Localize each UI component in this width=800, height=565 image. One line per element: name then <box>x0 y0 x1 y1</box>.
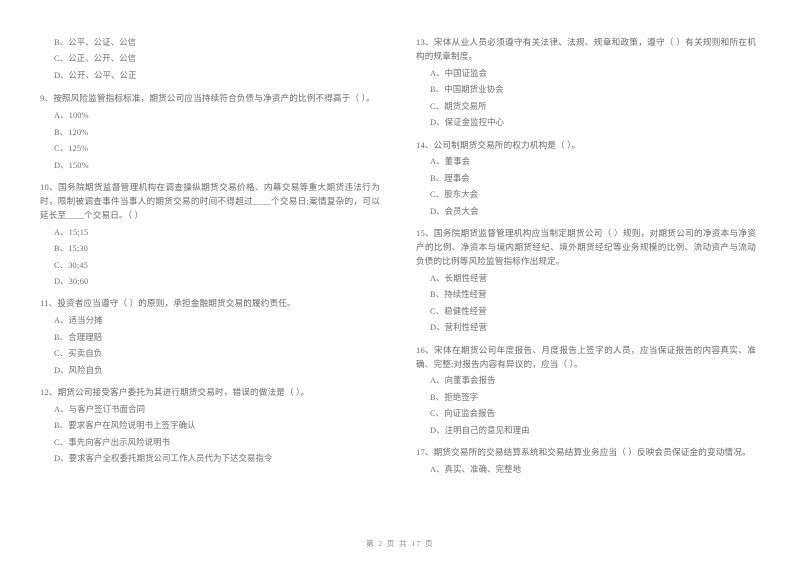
option-list: A、长期性经营 B、持续性经营 C、稳健性经营 D、营利性经营 <box>416 272 756 335</box>
list-item: A、长期性经营 <box>430 273 488 283</box>
list-item: C、稳健性经营 <box>430 306 487 316</box>
list-item: D、150% <box>54 160 89 170</box>
list-item: D、要求客户全权委托期货公司工作人员代为下达交易指令 <box>54 454 273 464</box>
list-item: B、中国期货业协会 <box>430 85 504 95</box>
list-item: A、董事会 <box>430 157 471 167</box>
option-list: A、100% B、120% C、125% D、150% <box>40 109 380 172</box>
list-item: A、真实、准确、完整地 <box>430 465 522 475</box>
list-item: A、向董事会报告 <box>430 376 496 386</box>
question-12: 12、期货公司接受客户委托为其进行期货交易时，错误的做法是（ ）。 A、与客户签… <box>40 386 380 466</box>
list-item: C、公正、公开、公信 <box>54 54 137 64</box>
question-stem: 13、宋体从业人员必须遵守有关法律、法规、规章和政策，遵守（ ）有关规则和所在机… <box>416 37 756 61</box>
list-item: B、15;30 <box>54 244 88 254</box>
question-stem: 15、国务院期货监督管理机构应当制定期货公司（ ）规则，对期货公司的净资本与净资… <box>416 228 756 266</box>
option-list: A、中国证监会 B、中国期货业协会 C、期货交易所 D、保证金监控中心 <box>416 67 756 130</box>
list-item: C、买卖自负 <box>54 349 103 359</box>
option-list: A、15;15 B、15;30 C、30;45 D、30;60 <box>40 226 380 289</box>
list-item: B、拒绝签字 <box>430 392 479 402</box>
left-column: B、公平、公证、公信 C、公正、公开、公信 D、公开、公平、公正 9、按照风险监… <box>40 36 380 516</box>
list-item: C、期货交易所 <box>430 101 487 111</box>
question-10: 10、国务院期货监督管理机构在调查操纵期货交易价格、内幕交易等重大期货违法行为时… <box>40 181 380 288</box>
list-item: D、保证金监控中心 <box>430 118 505 128</box>
question-14: 14、公司制期货交易所的权力机构是（ ）。 A、董事会 B、理事会 C、股东大会… <box>416 139 756 219</box>
list-item: A、中国证监会 <box>430 68 488 78</box>
question-stem: 16、宋体在期货公司年度报告、月度报告上签字的人员，应当保证报告的内容真实、准确… <box>416 344 756 369</box>
two-column-layout: B、公平、公证、公信 C、公正、公开、公信 D、公开、公平、公正 9、按照风险监… <box>40 36 760 516</box>
list-item: C、事先向客户出示风险说明书 <box>54 437 171 447</box>
list-item: D、风险自负 <box>54 365 103 375</box>
list-item: A、100% <box>54 111 89 121</box>
question-15: 15、国务院期货监督管理机构应当制定期货公司（ ）规则，对期货公司的净资本与净资… <box>416 227 756 334</box>
list-item: B、120% <box>54 127 89 137</box>
list-item: C、125% <box>54 144 89 154</box>
option-list: A、真实、准确、完整地 <box>416 463 756 476</box>
option-list: A、向董事会报告 B、拒绝签字 C、向证监会报告 D、注明自己的意见和理由 <box>416 374 756 437</box>
list-item: D、注明自己的意见和理由 <box>430 425 530 435</box>
list-item: A、适当分摊 <box>54 316 103 326</box>
question-11: 11、投资者应当遵守（ ）的原则，承担金融期货交易的履约责任。 A、适当分摊 B… <box>40 297 380 377</box>
question-13: 13、宋体从业人员必须遵守有关法律、法规、规章和政策，遵守（ ）有关规则和所在机… <box>416 36 756 130</box>
page-footer: 第 2 页 共 17 页 <box>365 539 435 548</box>
list-item: D、公开、公平、公正 <box>54 70 137 80</box>
list-item: C、向证监会报告 <box>430 409 496 419</box>
list-item: A、与客户签订书面合同 <box>54 405 146 414</box>
question-stem: 12、期货公司接受客户委托为其进行期货交易时，错误的做法是（ ）。 <box>40 387 310 398</box>
list-item: D、30;60 <box>54 277 89 287</box>
question-stem: 10、国务院期货监督管理机构在调查操纵期货交易价格、内幕交易等重大期货违法行为时… <box>40 182 380 220</box>
list-item: B、公平、公证、公信 <box>54 38 137 47</box>
question-stem: 11、投资者应当遵守（ ）的原则，承担金融期货交易的履约责任。 <box>40 298 296 309</box>
question-stem: 14、公司制期货交易所的权力机构是（ ）。 <box>416 139 581 150</box>
list-item: D、营利性经营 <box>430 323 488 333</box>
question-stem: 17、期货交易所的交易结算系统和交易结算业务应当（ ）反映会员保证金的变动情况。 <box>416 447 751 458</box>
list-item: B、合理理赔 <box>54 332 103 342</box>
list-item: C、股东大会 <box>430 190 479 200</box>
list-item: B、要求客户在风险说明书上签字确认 <box>54 421 196 431</box>
exam-page: B、公平、公证、公信 C、公正、公开、公信 D、公开、公平、公正 9、按照风险监… <box>0 0 800 565</box>
question-9: 9、按照风险监管指标标准，期货公司应当持续符合负债与净资产的比例不得高于（ ）。… <box>40 92 380 172</box>
list-item: A、15;15 <box>54 227 89 237</box>
list-item: B、持续性经营 <box>430 290 487 300</box>
option-list: A、适当分摊 B、合理理赔 C、买卖自负 D、风险自负 <box>40 314 380 377</box>
option-list: A、与客户签订书面合同 B、要求客户在风险说明书上签字确认 C、事先向客户出示风… <box>40 403 380 466</box>
list-item: B、理事会 <box>430 173 470 183</box>
option-list: A、董事会 B、理事会 C、股东大会 D、会员大会 <box>416 155 756 218</box>
list-item: D、会员大会 <box>430 206 479 216</box>
question-stem: 9、按照风险监管指标标准，期货公司应当持续符合负债与净资产的比例不得高于（ ）。 <box>40 93 375 104</box>
question-17: 17、期货交易所的交易结算系统和交易结算业务应当（ ）反映会员保证金的变动情况。… <box>416 446 756 476</box>
question-16: 16、宋体在期货公司年度报告、月度报告上签字的人员，应当保证报告的内容真实、准确… <box>416 344 756 438</box>
right-column: 13、宋体从业人员必须遵守有关法律、法规、规章和政策，遵守（ ）有关规则和所在机… <box>416 36 756 516</box>
list-item: C、30;45 <box>54 260 88 270</box>
